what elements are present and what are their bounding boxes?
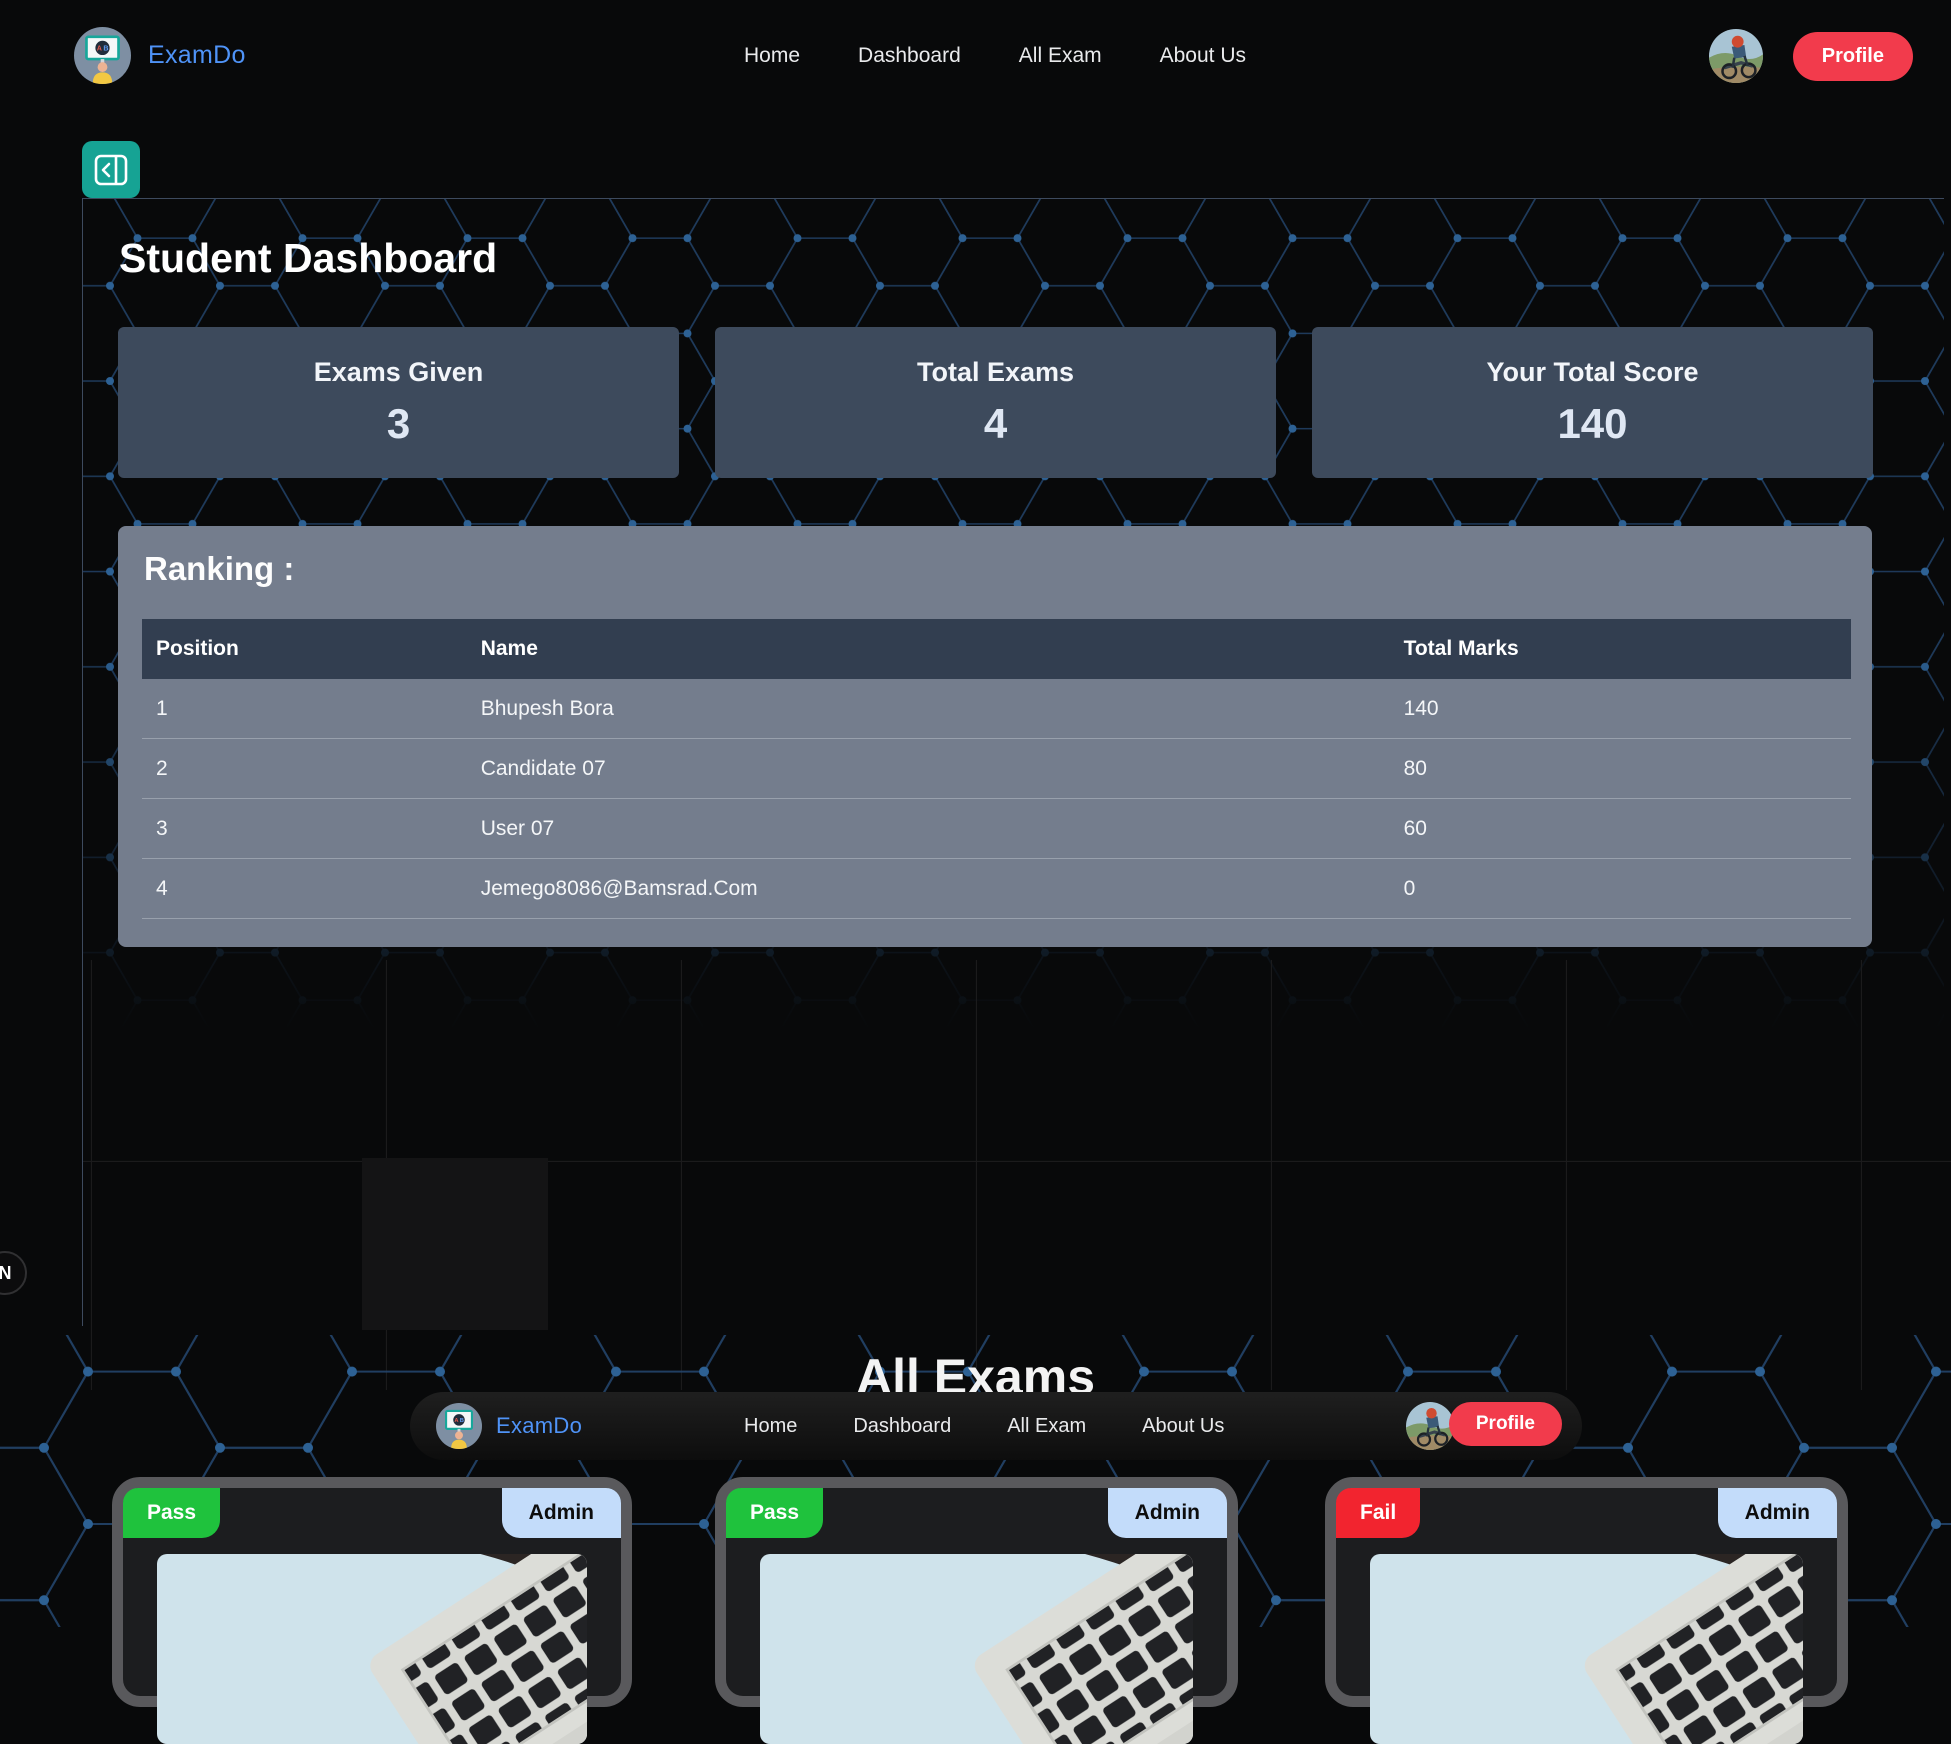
main-nav: Home Dashboard All Exam About Us [744,0,1246,112]
exam-thumbnail-image [760,1554,1193,1744]
cell-position: 3 [142,817,467,841]
stats-row: Exams Given 3 Total Exams 4 Your Total S… [118,327,1873,478]
exam-thumbnail-image [157,1554,587,1744]
stat-card-total-exams: Total Exams 4 [715,327,1276,478]
cell-marks: 80 [1390,757,1851,781]
dashboard-panel: Student Dashboard Exams Given 3 Total Ex… [82,198,1944,1326]
table-row: 4 Jemego8086@Bamsrad.Com 0 [142,859,1851,919]
user-avatar[interactable] [1709,29,1763,83]
user-avatar[interactable] [1406,1402,1454,1450]
table-row: 1 Bhupesh Bora 140 [142,679,1851,739]
status-badge: Fail [1336,1488,1420,1538]
profile-button[interactable]: Profile [1793,32,1913,81]
ranking-panel: Ranking : Position Name Total Marks 1 Bh… [118,526,1872,947]
panel-collapse-left-icon [94,154,128,186]
status-badge: Pass [123,1488,220,1538]
stat-label: Exams Given [314,357,484,388]
column-header-name: Name [467,637,1390,661]
nav-link-home[interactable]: Home [744,44,800,68]
ranking-table: Position Name Total Marks 1 Bhupesh Bora… [142,619,1851,919]
nav-link-all-exam[interactable]: All Exam [1007,1415,1086,1438]
examdo-logo-icon [74,27,131,84]
cell-name: User 07 [467,817,1390,841]
top-navbar: ExamDo Home Dashboard All Exam About Us … [0,0,1951,112]
column-header-position: Position [142,637,467,661]
stat-label: Your Total Score [1486,357,1698,388]
nav-link-dashboard[interactable]: Dashboard [858,44,961,68]
sidebar-toggle-button[interactable] [82,141,140,198]
brand-logo-group[interactable]: ExamDo [436,1403,582,1449]
brand-name[interactable]: ExamDo [148,41,246,70]
brand-logo-group[interactable]: ExamDo [74,27,246,84]
exam-card[interactable]: Pass Admin [715,1477,1238,1707]
nav-link-dashboard[interactable]: Dashboard [853,1415,951,1438]
ranking-title: Ranking : [144,550,294,588]
stat-value: 4 [984,400,1007,448]
table-row: 2 Candidate 07 80 [142,739,1851,799]
cell-marks: 0 [1390,877,1851,901]
cell-position: 2 [142,757,467,781]
exam-card[interactable]: Fail Admin [1325,1477,1848,1707]
cell-name: Bhupesh Bora [467,697,1390,721]
navbar-right-controls: Profile [1709,0,1913,112]
exam-thumbnail-image [1370,1554,1803,1744]
stat-value: 140 [1557,400,1627,448]
stat-card-total-score: Your Total Score 140 [1312,327,1873,478]
nav-link-all-exam[interactable]: All Exam [1019,44,1102,68]
page-title: Student Dashboard [119,235,497,282]
cell-position: 4 [142,877,467,901]
nav-link-about-us[interactable]: About Us [1160,44,1246,68]
table-row: 3 User 07 60 [142,799,1851,859]
cell-marks: 140 [1390,697,1851,721]
admin-badge: Admin [1718,1488,1837,1538]
nav-link-about-us[interactable]: About Us [1142,1415,1224,1438]
column-header-total-marks: Total Marks [1390,637,1851,661]
cell-marks: 60 [1390,817,1851,841]
main-nav: Home Dashboard All Exam About Us [744,1392,1224,1460]
admin-badge: Admin [502,1488,621,1538]
nav-link-home[interactable]: Home [744,1415,797,1438]
profile-button[interactable]: Profile [1449,1402,1562,1446]
exam-card[interactable]: Pass Admin [112,1477,632,1707]
examdo-logo-icon [436,1403,482,1449]
stat-label: Total Exams [917,357,1074,388]
status-badge: Pass [726,1488,823,1538]
stat-value: 3 [387,400,410,448]
cell-position: 1 [142,697,467,721]
admin-badge: Admin [1108,1488,1227,1538]
cell-name: Jemego8086@Bamsrad.Com [467,877,1390,901]
brand-name[interactable]: ExamDo [496,1413,582,1439]
table-header-row: Position Name Total Marks [142,619,1851,679]
floating-navbar: ExamDo Home Dashboard All Exam About Us … [410,1392,1582,1460]
stat-card-exams-given: Exams Given 3 [118,327,679,478]
cell-name: Candidate 07 [467,757,1390,781]
